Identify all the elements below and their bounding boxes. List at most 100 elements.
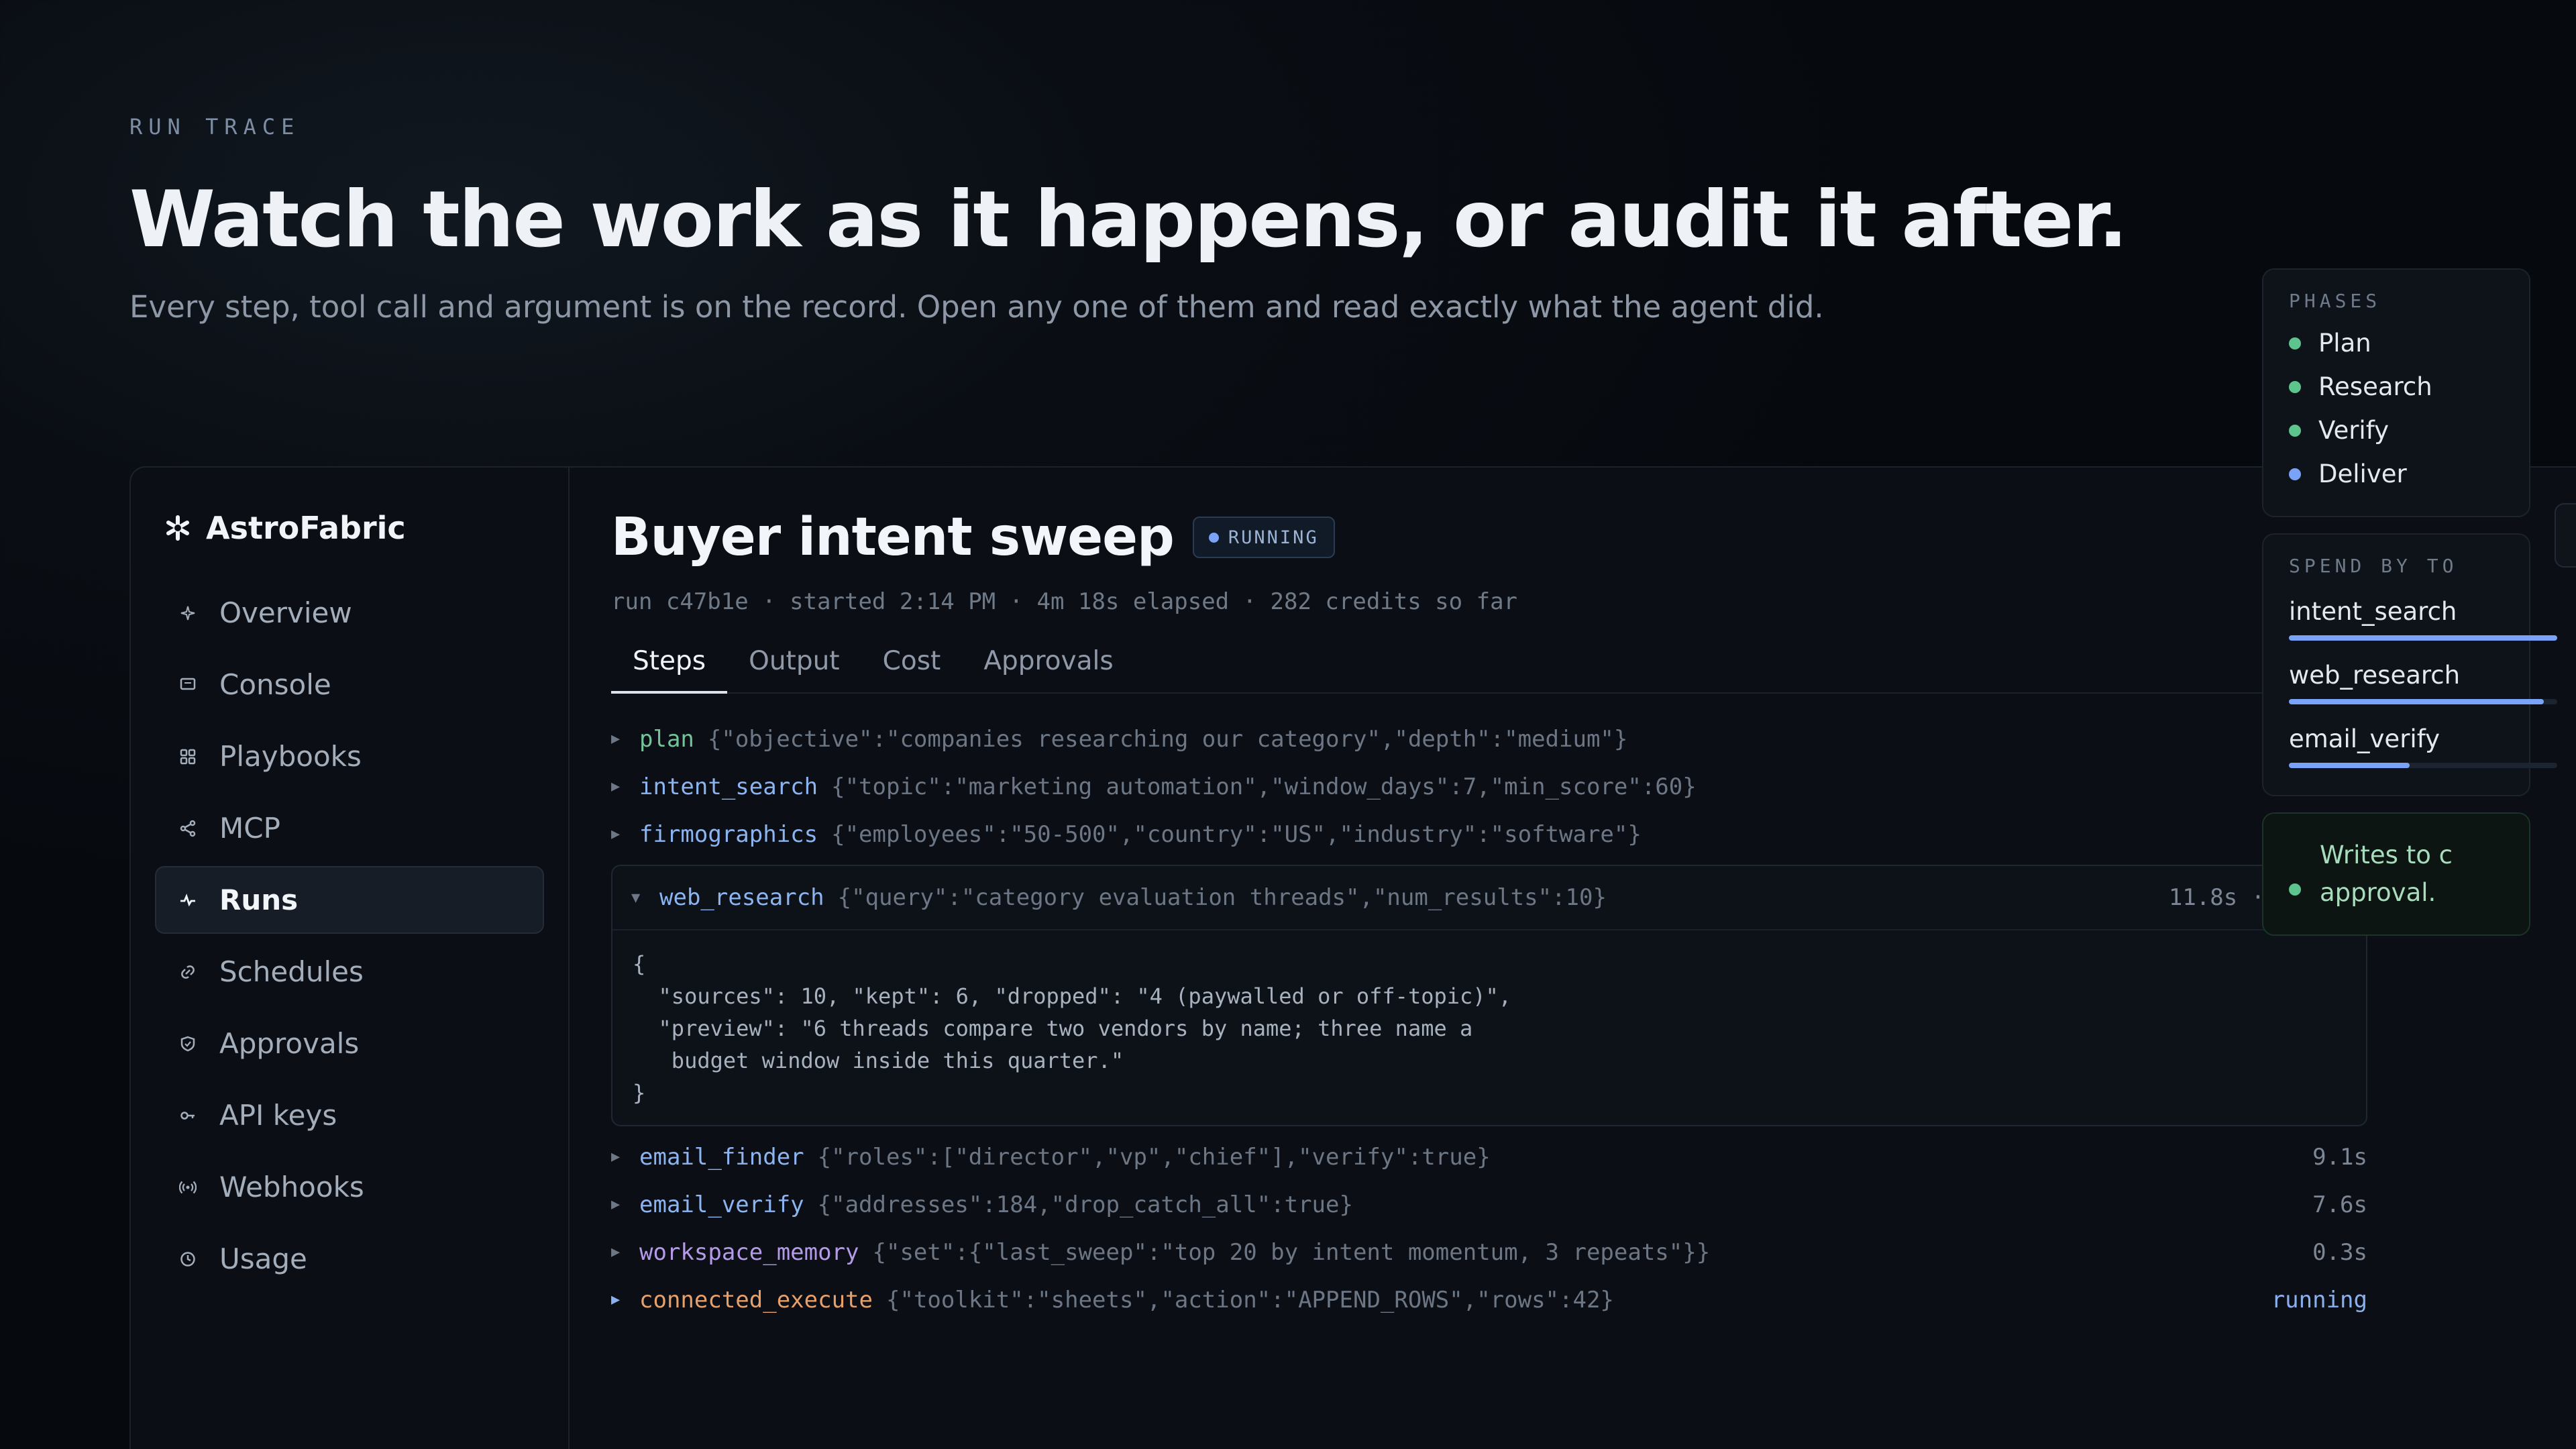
spend-tool-name: email_verify	[2289, 724, 2440, 753]
action-button[interactable]	[2555, 503, 2576, 568]
sidebar-item-usage[interactable]: Usage	[155, 1225, 544, 1293]
sidebar-item-label: Approvals	[219, 1027, 360, 1060]
tab-output[interactable]: Output	[727, 646, 861, 692]
sidebar-item-overview[interactable]: Overview	[155, 579, 544, 647]
step-tool: email_verify	[639, 1191, 804, 1218]
sparkle-icon	[179, 604, 197, 622]
broadcast-icon	[179, 1179, 197, 1196]
sidebar-item-label: Webhooks	[219, 1171, 364, 1203]
steps-list: ▶ plan {"objective":"companies researching…	[611, 715, 2367, 1324]
activity-icon	[179, 892, 197, 909]
caret-right-icon[interactable]: ▶	[611, 731, 639, 747]
phase-dot-icon	[2289, 337, 2301, 350]
caret-right-icon[interactable]: ▶	[611, 778, 639, 795]
subline: Every step, tool call and argument is on…	[129, 289, 1824, 325]
side-panels: PHASES Plan Research Verify Deliver SPEND B…	[2262, 268, 2557, 936]
step-args: {"roles":["director","vp","chief"],"veri…	[817, 1143, 1491, 1171]
approval-note: Writes to c approval.	[2262, 812, 2530, 936]
status-dot-icon	[1208, 532, 1219, 543]
spend-bar-fill	[2289, 635, 2557, 641]
caret-right-icon[interactable]: ▶	[611, 1244, 639, 1260]
sidebar-item-label: Usage	[219, 1242, 307, 1275]
sidebar-item-label: Schedules	[219, 955, 364, 988]
caret-right-icon[interactable]: ▶	[611, 1291, 639, 1308]
step-duration: 0.3s	[2312, 1238, 2367, 1266]
caret-down-icon[interactable]: ▼	[631, 890, 659, 906]
tab-cost[interactable]: Cost	[861, 646, 963, 692]
step-tool: connected_execute	[639, 1286, 873, 1313]
sidebar-item-label: Console	[219, 668, 331, 701]
brand-name: AstroFabric	[206, 510, 406, 546]
phase-item: Verify	[2289, 409, 2504, 452]
run-title: Buyer intent sweep	[611, 507, 1175, 568]
phase-dot-icon	[2289, 468, 2301, 480]
step-args: {"topic":"marketing automation","window_…	[831, 773, 1697, 800]
step-tool: firmographics	[639, 820, 818, 848]
headline: Watch the work as it happens, or audit i…	[129, 174, 2128, 265]
step-row[interactable]: ▶ email_verify {"addresses":184,"drop_catc…	[611, 1181, 2367, 1228]
sidebar-item-console[interactable]: Console	[155, 651, 544, 718]
step-tool: email_finder	[639, 1143, 804, 1171]
clock-icon	[179, 1250, 197, 1268]
tab-bar: Steps Output Cost Approvals	[611, 646, 2436, 694]
caret-right-icon[interactable]: ▶	[611, 1148, 639, 1165]
sidebar-item-label: Playbooks	[219, 740, 362, 773]
spend-bar-fill	[2289, 763, 2410, 768]
spend-bar-track	[2289, 699, 2557, 704]
step-duration: 7.6s	[2312, 1191, 2367, 1218]
share-icon	[179, 820, 197, 837]
sidebar-item-approvals[interactable]: Approvals	[155, 1010, 544, 1077]
step-row[interactable]: ▶ plan {"objective":"companies researching…	[611, 715, 2367, 763]
step-tool: intent_search	[639, 773, 818, 800]
eyebrow: RUN TRACE	[129, 114, 301, 140]
status-label: RUNNING	[1228, 527, 1319, 548]
step-row[interactable]: ▶ workspace_memory {"set":{"last_sweep":"t…	[611, 1228, 2367, 1276]
sidebar-item-label: API keys	[219, 1099, 337, 1132]
sidebar-item-api-keys[interactable]: API keys	[155, 1081, 544, 1149]
step-row[interactable]: ▶ connected_execute {"toolkit":"sheets","a…	[611, 1276, 2367, 1324]
step-duration: running	[2271, 1286, 2367, 1313]
grid-icon	[179, 748, 197, 765]
phase-item: Deliver	[2289, 452, 2504, 496]
step-args: {"set":{"last_sweep":"top 20 by intent m…	[872, 1238, 1711, 1266]
spend-row: intent_search	[2289, 597, 2557, 641]
sidebar-item-playbooks[interactable]: Playbooks	[155, 722, 544, 790]
step-row[interactable]: ▼ web_research {"query":"category evalua…	[612, 866, 2366, 930]
brand[interactable]: AstroFabric	[155, 509, 544, 547]
step-tool: plan	[639, 725, 694, 753]
app-window: AstroFabric Overview Console Playbooks MCP R…	[129, 466, 2576, 1449]
step-row[interactable]: ▶ email_finder {"roles":["director","vp","…	[611, 1133, 2367, 1181]
phase-item: Research	[2289, 365, 2504, 409]
status-badge: RUNNING	[1192, 517, 1335, 558]
phase-name: Verify	[2318, 416, 2389, 445]
step-args: {"addresses":184,"drop_catch_all":true}	[817, 1191, 1353, 1218]
step-duration: 9.1s	[2312, 1143, 2367, 1171]
phase-name: Research	[2318, 372, 2432, 401]
caret-right-icon[interactable]: ▶	[611, 1196, 639, 1213]
sidebar-item-label: MCP	[219, 812, 280, 845]
phase-dot-icon	[2289, 424, 2301, 437]
phase-item: Plan	[2289, 321, 2504, 365]
tab-approvals[interactable]: Approvals	[962, 646, 1134, 692]
phase-name: Deliver	[2318, 460, 2407, 488]
spend-row: email_verify	[2289, 724, 2557, 768]
step-row[interactable]: ▶ intent_search {"topic":"marketing automa…	[611, 763, 2367, 810]
sidebar-item-schedules[interactable]: Schedules	[155, 938, 544, 1006]
tab-steps[interactable]: Steps	[611, 646, 728, 694]
shield-icon	[179, 1035, 197, 1053]
step-args: {"employees":"50-500","country":"US","in…	[831, 820, 1642, 848]
link-icon	[179, 963, 197, 981]
sidebar: AstroFabric Overview Console Playbooks MCP R…	[131, 468, 570, 1449]
step-row[interactable]: ▶ firmographics {"employees":"50-500","cou…	[611, 810, 2367, 858]
sidebar-item-webhooks[interactable]: Webhooks	[155, 1153, 544, 1221]
spend-bar-track	[2289, 635, 2557, 641]
spend-row: web_research	[2289, 661, 2557, 704]
spend-label: SPEND BY TO	[2289, 555, 2458, 577]
caret-right-icon[interactable]: ▶	[611, 826, 639, 843]
sidebar-item-mcp[interactable]: MCP	[155, 794, 544, 862]
hero: RUN TRACE Watch the work as it happens, …	[129, 114, 2410, 325]
spend-tool-name: web_research	[2289, 661, 2461, 690]
sidebar-item-label: Overview	[219, 596, 352, 629]
step-payload: { "sources": 10, "kept": 6, "dropped": "…	[633, 951, 1512, 1106]
sidebar-item-runs[interactable]: Runs	[155, 866, 544, 934]
